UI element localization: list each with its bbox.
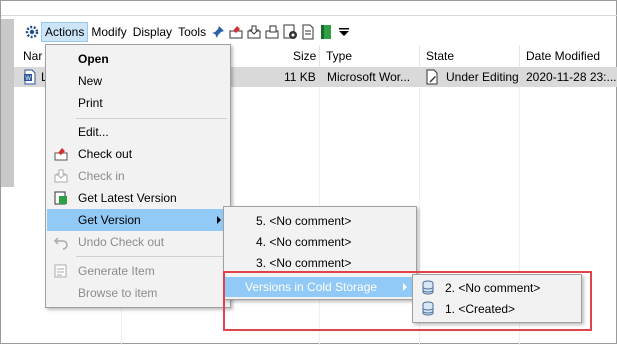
- column-state[interactable]: State: [426, 49, 454, 63]
- menu-item-label: Check out: [78, 147, 133, 161]
- column-divider[interactable]: [319, 45, 320, 67]
- column-divider[interactable]: [419, 45, 420, 67]
- svg-text:W: W: [25, 76, 31, 82]
- version-eye-icon[interactable]: [281, 23, 299, 41]
- menu-display[interactable]: Display: [130, 22, 175, 42]
- menu-item-label: 3. <No comment>: [256, 256, 352, 270]
- column-divider[interactable]: [519, 45, 520, 67]
- menu-item-label: 4. <No comment>: [256, 235, 352, 249]
- actions-menu: Open New Print Edit... Check out Check i…: [45, 44, 231, 308]
- check-in-icon: [52, 167, 70, 185]
- get-latest-icon[interactable]: [263, 23, 281, 41]
- check-in-icon[interactable]: [245, 23, 263, 41]
- menu-item-label: Browse to item: [78, 286, 158, 300]
- menu-item-label: Print: [78, 96, 103, 110]
- menu-item-label: Edit...: [78, 125, 109, 139]
- menu-item-print[interactable]: Print: [47, 92, 229, 114]
- file-type: Microsoft Wor...: [327, 70, 411, 84]
- version-item[interactable]: 5. <No comment>: [225, 210, 415, 232]
- menu-item-check-out[interactable]: Check out: [47, 143, 229, 165]
- menu-item-label: 5. <No comment>: [256, 214, 352, 228]
- get-latest-version-icon: [52, 189, 70, 207]
- submenu-arrow-icon: [217, 216, 221, 224]
- app-window: Actions Modify Display Tools Nar Size Ty…: [0, 0, 617, 345]
- menu-modify[interactable]: Modify: [88, 22, 129, 42]
- menu-item-label: New: [78, 74, 103, 88]
- column-date-modified[interactable]: Date Modified: [526, 49, 600, 63]
- menu-separator: [76, 256, 227, 257]
- menu-item-get-latest-version[interactable]: Get Latest Version: [47, 187, 229, 209]
- menu-separator: [76, 118, 227, 119]
- toolbar: Actions Modify Display Tools: [23, 21, 353, 43]
- under-editing-icon: [425, 69, 439, 88]
- menu-actions[interactable]: Actions: [41, 22, 89, 42]
- menu-tools[interactable]: Tools: [175, 22, 209, 42]
- file-date-modified: 2020-11-28 23:...: [526, 70, 617, 84]
- green-book-icon[interactable]: [317, 23, 335, 41]
- column-size[interactable]: Size: [293, 49, 316, 63]
- menu-item-browse-to-item[interactable]: Browse to item: [47, 282, 229, 304]
- settings-gear-icon[interactable]: [23, 23, 41, 41]
- menu-item-generate-item[interactable]: Generate Item: [47, 260, 229, 282]
- menu-item-check-in[interactable]: Check in: [47, 165, 229, 187]
- column-type[interactable]: Type: [326, 49, 352, 63]
- menu-item-label: Check in: [78, 169, 125, 183]
- undo-icon: [52, 233, 70, 251]
- menu-item-new[interactable]: New: [47, 70, 229, 92]
- file-size: 11 KB: [284, 70, 316, 84]
- menu-item-label: Generate Item: [78, 264, 155, 278]
- menu-item-label: Get Latest Version: [78, 191, 177, 205]
- dropdown-triangle-icon[interactable]: [335, 23, 353, 41]
- file-state: Under Editing: [446, 70, 519, 84]
- menu-item-get-version[interactable]: Get Version: [47, 209, 229, 231]
- check-out-icon: [52, 145, 70, 163]
- menu-item-label: Open: [78, 52, 109, 66]
- left-panel-strip: [1, 19, 14, 187]
- word-file-icon: W: [23, 69, 37, 88]
- generate-item-icon: [52, 262, 70, 280]
- menu-item-edit[interactable]: Edit...: [47, 121, 229, 143]
- column-name[interactable]: Nar: [23, 49, 42, 63]
- pin-icon[interactable]: [209, 23, 227, 41]
- document-icon[interactable]: [299, 23, 317, 41]
- menu-item-label: Get Version: [78, 213, 141, 227]
- version-item[interactable]: 4. <No comment>: [225, 231, 415, 253]
- check-out-icon[interactable]: [227, 23, 245, 41]
- menu-item-open[interactable]: Open: [47, 48, 229, 70]
- highlight-annotation-box: [223, 271, 592, 331]
- menu-item-label: Undo Check out: [78, 235, 165, 249]
- top-divider: [1, 15, 617, 16]
- menu-item-undo-check-out[interactable]: Undo Check out: [47, 231, 229, 253]
